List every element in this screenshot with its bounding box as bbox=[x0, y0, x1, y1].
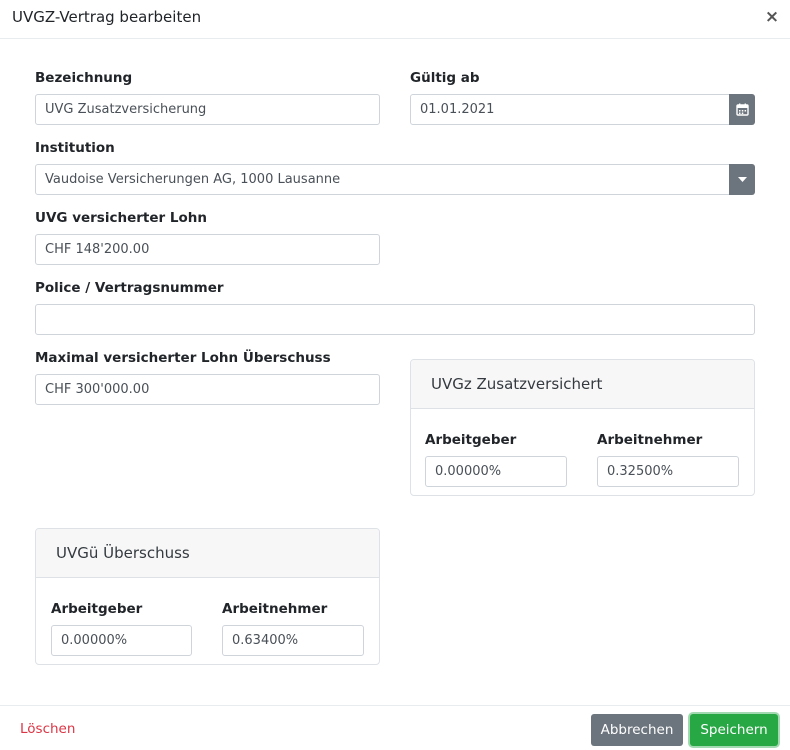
uvgz-arbeitnehmer-label: Arbeitnehmer bbox=[597, 432, 703, 448]
police-input[interactable] bbox=[35, 304, 755, 335]
institution-dropdown-button[interactable] bbox=[729, 164, 755, 195]
close-button[interactable]: × bbox=[763, 7, 781, 27]
uvgue-card-title: UVGü Überschuss bbox=[36, 529, 379, 578]
date-picker-button[interactable] bbox=[729, 94, 755, 125]
cancel-button[interactable]: Abbrechen bbox=[591, 714, 683, 746]
caret-down-icon bbox=[737, 176, 747, 182]
uvgue-arbeitnehmer-label: Arbeitnehmer bbox=[222, 601, 328, 617]
modal-header: UVGZ-Vertrag bearbeiten × bbox=[0, 0, 790, 39]
save-button[interactable]: Speichern bbox=[690, 714, 778, 746]
institution-select[interactable] bbox=[35, 164, 730, 195]
uvg-lohn-label: UVG versicherter Lohn bbox=[35, 210, 207, 226]
uvgue-arbeitnehmer-input[interactable] bbox=[222, 625, 364, 656]
uvgz-card-title: UVGz Zusatzversichert bbox=[411, 360, 754, 409]
delete-link[interactable]: Löschen bbox=[20, 721, 75, 737]
uvgue-arbeitgeber-input[interactable] bbox=[51, 625, 192, 656]
uvg-lohn-input[interactable] bbox=[35, 234, 380, 265]
uvgue-arbeitgeber-label: Arbeitgeber bbox=[51, 601, 143, 617]
close-icon: × bbox=[764, 7, 780, 27]
gueltig-ab-label: Gültig ab bbox=[410, 70, 480, 86]
uvgz-arbeitgeber-label: Arbeitgeber bbox=[425, 432, 517, 448]
max-lohn-input[interactable] bbox=[35, 374, 380, 405]
institution-label: Institution bbox=[35, 140, 115, 156]
gueltig-ab-input[interactable] bbox=[410, 94, 730, 125]
calendar-icon bbox=[735, 103, 749, 116]
dialog-title: UVGZ-Vertrag bearbeiten bbox=[12, 8, 202, 26]
police-label: Police / Vertragsnummer bbox=[35, 280, 224, 296]
max-lohn-label: Maximal versicherter Lohn Überschuss bbox=[35, 350, 331, 366]
bezeichnung-input[interactable] bbox=[35, 94, 380, 125]
uvgz-arbeitgeber-input[interactable] bbox=[425, 456, 567, 487]
bezeichnung-label: Bezeichnung bbox=[35, 70, 133, 86]
modal-footer: Löschen Abbrechen Speichern bbox=[0, 705, 790, 750]
uvgz-arbeitnehmer-input[interactable] bbox=[597, 456, 739, 487]
